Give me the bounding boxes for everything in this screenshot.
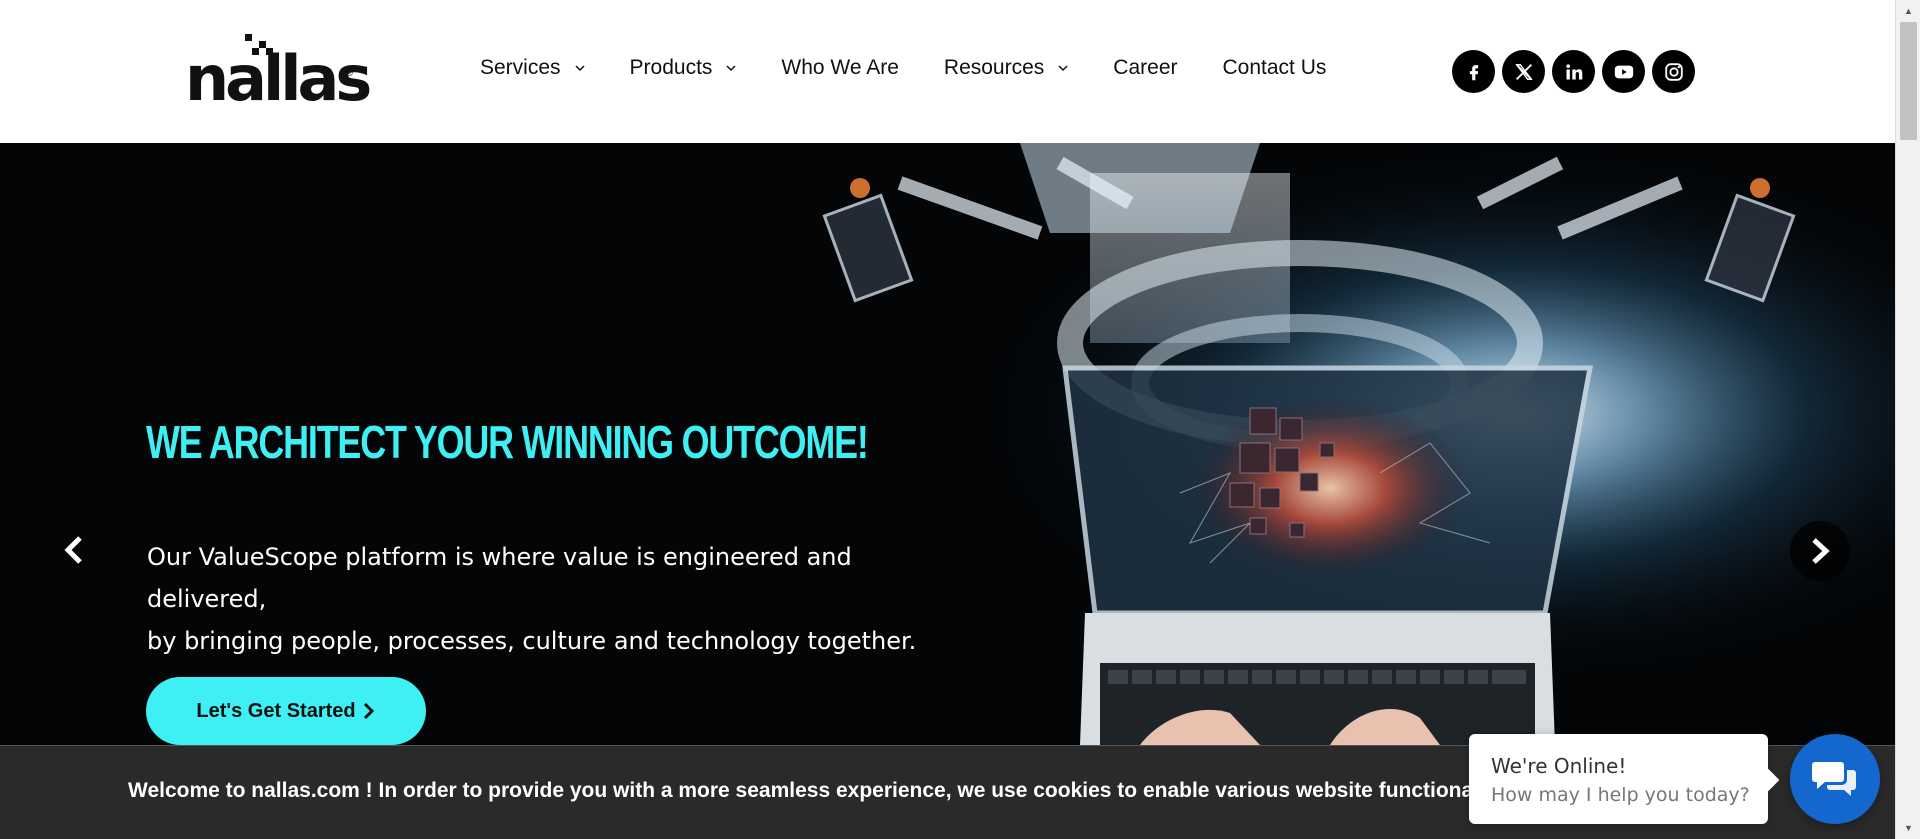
page-scrollbar[interactable]: ▲ ▼ [1895,0,1920,839]
cookie-message: Welcome to nallas.com ! In order to prov… [128,779,1508,802]
hero-slider: WE ARCHITECT YOUR WINNING OUTCOME! Our V… [0,143,1895,745]
chevron-down-icon [575,65,585,72]
nav-label: Products [629,56,713,79]
nav-career[interactable]: Career [1113,56,1177,80]
nav-contact-us[interactable]: Contact Us [1223,56,1327,80]
linkedin-icon[interactable] [1552,50,1595,93]
nav-label: Who We Are [781,56,899,79]
facebook-icon[interactable] [1452,50,1495,93]
logo-registered-mark: ® [345,68,353,79]
main-nav: Services Products Who We Are Resources C… [480,56,1371,80]
instagram-icon[interactable] [1652,50,1695,93]
scroll-down-arrow-icon[interactable]: ▼ [1904,823,1913,833]
cookie-notice-text: Welcome to nallas.com ! In order to prov… [128,779,1525,803]
hero-subtitle: Our ValueScope platform is where value i… [147,536,947,662]
slider-next-arrow[interactable] [1790,521,1850,581]
youtube-icon[interactable] [1602,50,1645,93]
nav-products[interactable]: Products [630,56,737,80]
chevron-down-icon [726,65,736,72]
nav-services[interactable]: Services [480,56,585,80]
nav-label: Services [480,56,561,79]
nallas-logo[interactable]: nallas ® [185,34,372,110]
scrollbar-thumb[interactable] [1900,22,1917,140]
nav-label: Career [1113,56,1178,79]
social-links [1452,50,1695,93]
nav-resources[interactable]: Resources [944,56,1068,80]
hero-subtitle-line-2: by bringing people, processes, culture a… [147,627,917,655]
chevron-left-icon [64,536,82,564]
scroll-up-arrow-icon[interactable]: ▲ [1904,6,1913,16]
chat-message: How may I help you today? [1491,784,1750,806]
nav-who-we-are[interactable]: Who We Are [781,56,899,80]
chat-title: We're Online! [1491,754,1627,778]
chat-icon [1812,762,1856,796]
chevron-down-icon [1058,65,1068,72]
nav-label: Contact Us [1222,56,1327,79]
hero-title: WE ARCHITECT YOUR WINNING OUTCOME! [146,416,869,468]
chevron-right-icon [1812,538,1830,564]
slider-prev-arrow[interactable] [62,535,86,565]
cta-label: Let's Get Started [196,699,356,722]
x-twitter-icon[interactable] [1502,50,1545,93]
logo-pixel [245,34,252,41]
hero-subtitle-line-1: Our ValueScope platform is where value i… [147,543,852,613]
chevron-right-icon [363,702,374,720]
site-header: nallas ® Services Products Who We Are Re… [0,0,1895,143]
chat-launcher-button[interactable] [1790,734,1880,824]
nav-label: Resources [943,56,1045,79]
lets-get-started-button[interactable]: Let's Get Started [146,677,426,745]
chat-greeting-bubble[interactable]: We're Online! How may I help you today? [1469,734,1768,824]
logo-wordmark: nallas [185,42,372,115]
